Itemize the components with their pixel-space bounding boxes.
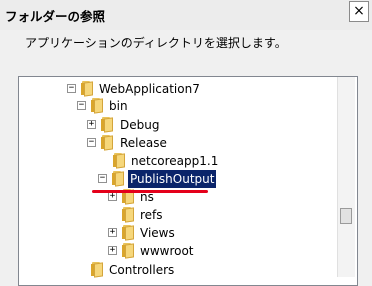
folder-icon	[101, 117, 115, 133]
folder-icon	[91, 262, 105, 278]
vertical-scrollbar[interactable]	[337, 77, 355, 277]
window-title: フォルダーの参照	[5, 9, 106, 24]
folder-icon	[112, 171, 126, 187]
red-annotation-underline	[92, 190, 208, 193]
scrollbar-thumb[interactable]	[340, 208, 352, 224]
folder-icon	[113, 153, 127, 169]
folder-icon	[101, 135, 115, 151]
folder-tree[interactable]: − WebApplication7 − bin + Debug − Releas…	[18, 76, 358, 286]
expand-icon[interactable]: +	[108, 246, 117, 255]
tree-item-label: Controllers	[109, 263, 175, 277]
tree-item-controllers[interactable]: Controllers	[19, 259, 339, 281]
folder-icon	[122, 207, 136, 223]
collapse-icon[interactable]: −	[67, 84, 76, 93]
expand-icon[interactable]: +	[87, 120, 96, 129]
expand-icon[interactable]: +	[108, 228, 117, 237]
title-bar: フォルダーの参照 ×	[0, 0, 372, 30]
folder-icon	[122, 243, 136, 259]
folder-icon	[122, 225, 136, 241]
expand-icon[interactable]: +	[108, 192, 117, 201]
collapse-icon[interactable]: −	[98, 174, 107, 183]
instruction-text: アプリケーションのディレクトリを選択します。	[25, 36, 287, 50]
close-button[interactable]: ×	[349, 1, 369, 22]
collapse-icon[interactable]: −	[77, 101, 86, 110]
folder-icon	[81, 81, 95, 97]
collapse-icon[interactable]: −	[87, 138, 96, 147]
folder-icon	[91, 98, 105, 114]
